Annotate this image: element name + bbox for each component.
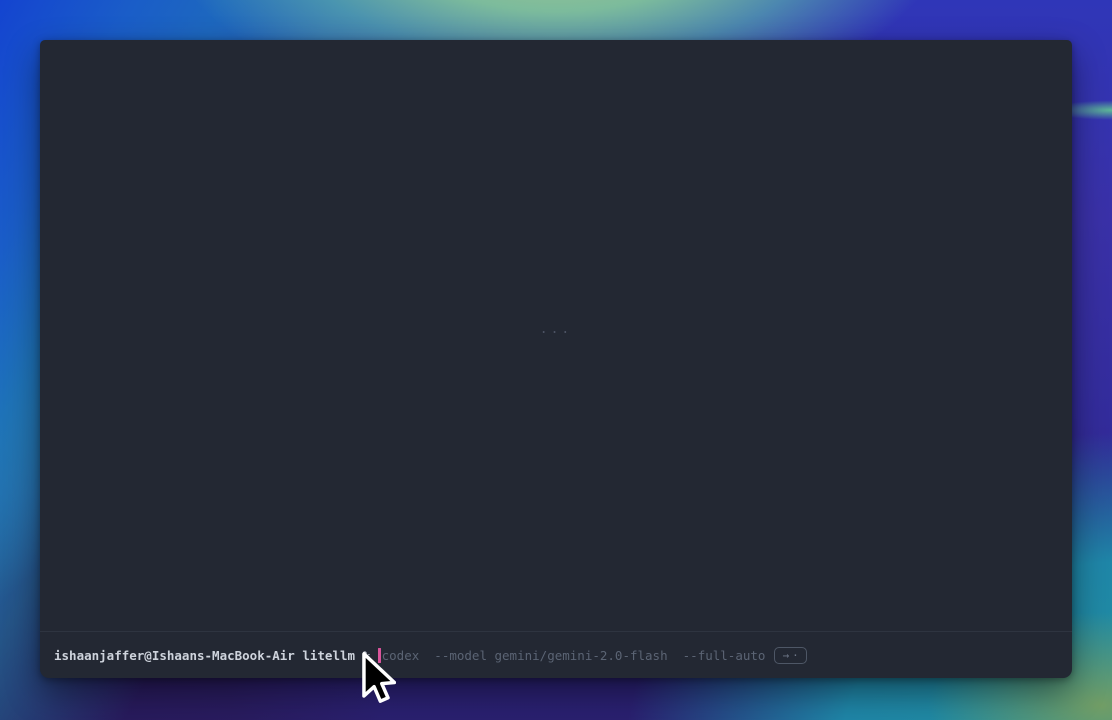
prompt-symbol: % <box>355 648 378 663</box>
prompt-directory: litellm <box>295 648 355 663</box>
accept-suggestion-hint-badge: → · <box>774 647 806 664</box>
text-cursor <box>378 648 381 663</box>
terminal-prompt-row[interactable]: ishaanjaffer@Ishaans-MacBook-Air litellm… <box>40 631 1072 678</box>
terminal-window[interactable]: ... ishaanjaffer@Ishaans-MacBook-Air lit… <box>40 40 1072 678</box>
terminal-output-area[interactable]: ... <box>40 40 1072 631</box>
loading-ellipsis: ... <box>540 322 572 337</box>
hint-badge-dot: · <box>792 648 799 663</box>
prompt-user-host: ishaanjaffer@Ishaans-MacBook-Air <box>54 648 295 663</box>
right-arrow-key-icon: → <box>782 648 789 663</box>
autosuggestion-text: codex --model gemini/gemini-2.0-flash --… <box>382 648 766 663</box>
